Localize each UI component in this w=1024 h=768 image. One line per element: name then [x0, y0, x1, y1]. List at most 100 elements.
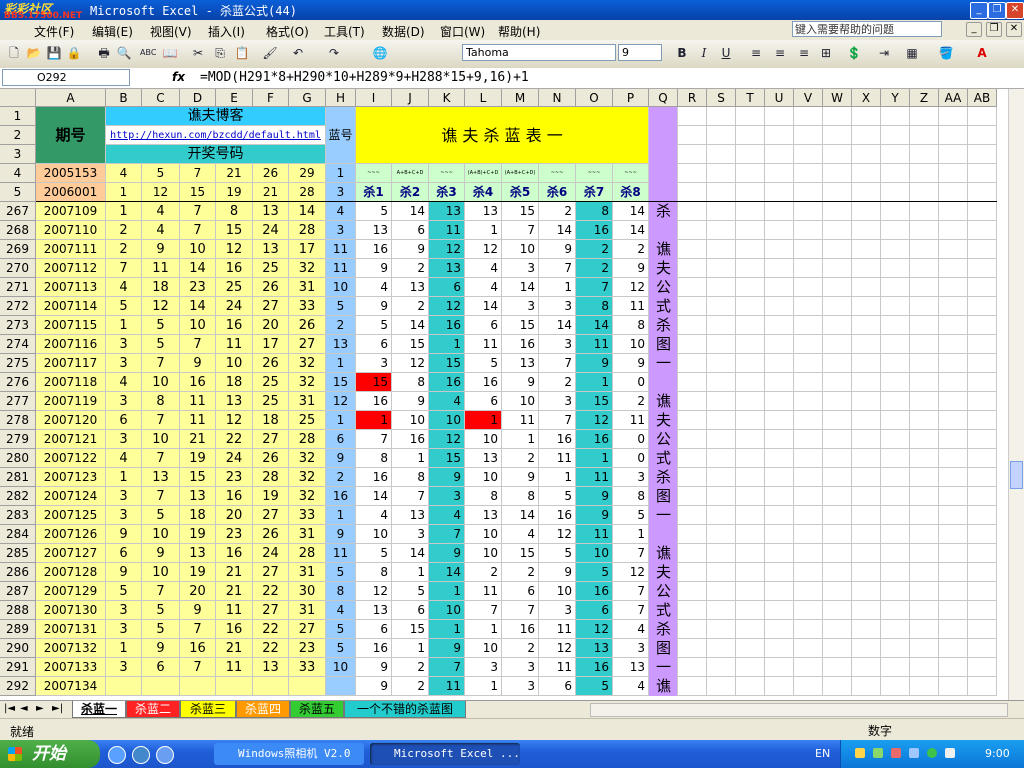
empty-cell[interactable]	[939, 620, 968, 639]
kill-value-cell[interactable]: 3	[539, 601, 576, 620]
draw-number-cell[interactable]: 3	[106, 392, 142, 411]
empty-cell[interactable]	[939, 354, 968, 373]
empty-cell[interactable]	[707, 639, 736, 658]
kill-value-cell[interactable]: 2	[392, 259, 429, 278]
blue-number-cell[interactable]: 1	[326, 411, 356, 430]
empty-cell[interactable]	[707, 430, 736, 449]
draw-number-cell[interactable]: 20	[253, 316, 289, 335]
draw-number-cell[interactable]: 4	[142, 221, 180, 240]
kill-value-cell[interactable]: 15	[429, 354, 465, 373]
empty-cell[interactable]	[823, 487, 852, 506]
period-cell[interactable]: 2007112	[36, 259, 106, 278]
kill-value-cell[interactable]: 0	[613, 449, 649, 468]
kill-value-cell[interactable]: 11	[465, 582, 502, 601]
empty-cell[interactable]	[910, 164, 939, 183]
empty-cell[interactable]	[968, 297, 997, 316]
draw-number-cell[interactable]: 26	[289, 316, 326, 335]
merge-center-icon[interactable]: ⊞	[818, 45, 834, 61]
kill-value-cell[interactable]: 9	[539, 240, 576, 259]
empty-cell[interactable]	[910, 487, 939, 506]
kill-value-cell[interactable]: 13	[613, 658, 649, 677]
empty-cell[interactable]	[939, 430, 968, 449]
empty-cell[interactable]	[678, 183, 707, 202]
draw-number-cell[interactable]: 31	[289, 525, 326, 544]
empty-cell[interactable]	[852, 107, 881, 126]
fill-color-icon[interactable]: 🪣	[938, 45, 954, 61]
empty-cell[interactable]	[968, 240, 997, 259]
draw-number-cell[interactable]: 5	[106, 582, 142, 601]
kill-value-cell[interactable]: 11	[539, 658, 576, 677]
empty-cell[interactable]	[765, 335, 794, 354]
kill-value-cell[interactable]: 14	[392, 202, 429, 221]
empty-cell[interactable]	[968, 677, 997, 696]
kill-value-cell[interactable]: 2	[392, 677, 429, 696]
column-header[interactable]: P	[613, 89, 649, 107]
empty-cell[interactable]	[881, 411, 910, 430]
kill-value-cell[interactable]: 14	[576, 316, 613, 335]
draw-number-cell[interactable]: 18	[216, 373, 253, 392]
empty-cell[interactable]	[736, 164, 765, 183]
empty-cell[interactable]	[707, 126, 736, 145]
empty-cell[interactable]	[794, 411, 823, 430]
empty-cell[interactable]	[852, 544, 881, 563]
draw-number-cell[interactable]: 5	[106, 297, 142, 316]
draw-number-cell[interactable]: 10	[142, 373, 180, 392]
period-cell[interactable]: 2007113	[36, 278, 106, 297]
empty-cell[interactable]	[707, 240, 736, 259]
draw-number-cell[interactable]: 31	[289, 563, 326, 582]
empty-cell[interactable]	[794, 373, 823, 392]
period-cell[interactable]: 2007118	[36, 373, 106, 392]
menu-window[interactable]: 窗口(W)	[440, 23, 485, 40]
empty-cell[interactable]	[881, 677, 910, 696]
draw-number-cell[interactable]: 14	[289, 202, 326, 221]
empty-cell[interactable]	[939, 297, 968, 316]
empty-cell[interactable]	[852, 601, 881, 620]
row-header[interactable]: 5	[0, 183, 36, 202]
empty-cell[interactable]	[678, 411, 707, 430]
draw-number-cell[interactable]: 27	[253, 430, 289, 449]
kill-value-cell[interactable]: 2	[613, 392, 649, 411]
menu-view[interactable]: 视图(V)	[150, 23, 192, 40]
kill-value-cell[interactable]: 7	[613, 582, 649, 601]
draw-number-cell[interactable]: 13	[216, 392, 253, 411]
kill-value-cell[interactable]: 11	[576, 468, 613, 487]
blue-number-cell[interactable]: 8	[326, 582, 356, 601]
column-header[interactable]: H	[326, 89, 356, 107]
draw-number-cell[interactable]: 1	[106, 639, 142, 658]
kill-value-cell[interactable]: 3	[613, 639, 649, 658]
kill-value-cell[interactable]: 16	[392, 430, 429, 449]
draw-number-cell[interactable]: 2	[106, 240, 142, 259]
kill-value-cell[interactable]: 2	[539, 373, 576, 392]
empty-cell[interactable]	[968, 639, 997, 658]
kill-value-cell[interactable]: 9	[613, 259, 649, 278]
empty-cell[interactable]	[707, 658, 736, 677]
blue-number-cell[interactable]: 1	[326, 354, 356, 373]
empty-cell[interactable]	[939, 278, 968, 297]
empty-cell[interactable]	[707, 468, 736, 487]
column-header[interactable]: AA	[939, 89, 968, 107]
draw-number-cell[interactable]: 9	[180, 601, 216, 620]
kill-value-cell[interactable]: 6	[465, 316, 502, 335]
empty-cell[interactable]	[910, 468, 939, 487]
empty-cell[interactable]	[794, 639, 823, 658]
kill-value-cell[interactable]: 5	[539, 544, 576, 563]
empty-cell[interactable]	[881, 145, 910, 164]
empty-cell[interactable]	[823, 601, 852, 620]
draw-number-cell[interactable]: 33	[289, 658, 326, 677]
empty-cell[interactable]	[678, 468, 707, 487]
column-header[interactable]: N	[539, 89, 576, 107]
kill-value-cell[interactable]: 10	[502, 392, 539, 411]
column-header[interactable]: S	[707, 89, 736, 107]
draw-number-cell[interactable]: 24	[216, 449, 253, 468]
empty-cell[interactable]	[823, 430, 852, 449]
draw-number-cell[interactable]: 32	[289, 259, 326, 278]
empty-cell[interactable]	[968, 525, 997, 544]
kill-value-cell[interactable]: 11	[429, 677, 465, 696]
draw-number-cell[interactable]: 19	[253, 487, 289, 506]
draw-number-cell[interactable]: 28	[253, 468, 289, 487]
empty-cell[interactable]	[968, 582, 997, 601]
empty-cell[interactable]	[881, 582, 910, 601]
kill-value-cell[interactable]: 14	[539, 221, 576, 240]
draw-number-cell[interactable]: 21	[180, 430, 216, 449]
kill-value-cell[interactable]: 3	[392, 525, 429, 544]
